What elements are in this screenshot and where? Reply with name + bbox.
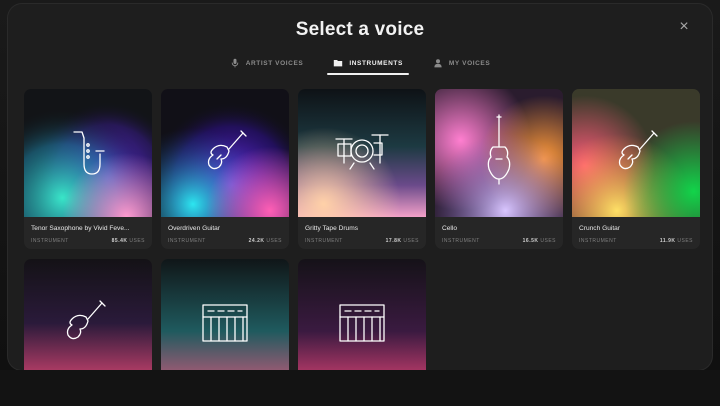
voice-name: Cello <box>442 225 458 232</box>
voice-category: INSTRUMENT <box>305 238 343 244</box>
uses-count: 85.4K <box>111 238 128 244</box>
tab-label: MY VOICES <box>448 59 491 67</box>
voice-uses: 17.8K USES <box>386 238 419 244</box>
card-artwork <box>24 89 152 217</box>
voice-name: Crunch Guitar <box>579 225 621 232</box>
uses-count: 17.8K <box>385 238 402 244</box>
select-voice-modal: Select a voice × ARTIST VOICES INSTRUMEN… <box>8 4 712 370</box>
uses-count: 11.9K <box>659 238 676 244</box>
voice-category: INSTRUMENT <box>31 238 69 244</box>
uses-suffix: USES <box>677 238 693 244</box>
tab-label: ARTIST VOICES <box>245 59 304 67</box>
uses-count: 24.2K <box>248 238 265 244</box>
voice-name: Overdriven Guitar <box>168 225 221 232</box>
voice-card-synth-2[interactable] <box>298 259 426 370</box>
voice-meta: INSTRUMENT 24.2K USES <box>168 238 282 244</box>
voice-card-synth[interactable] <box>161 259 289 370</box>
voice-grid: Tenor Saxophone by Vivid Feve... INSTRUM… <box>24 89 704 370</box>
voice-uses: 16.5K USES <box>523 238 556 244</box>
microphone-icon <box>231 58 238 68</box>
uses-count: 16.5K <box>522 238 539 244</box>
card-artwork <box>298 89 426 217</box>
card-artwork <box>161 89 289 217</box>
voice-tabs: ARTIST VOICES INSTRUMENTS MY VOICES <box>8 54 712 75</box>
card-artwork <box>24 259 152 370</box>
page-bottom <box>0 370 720 406</box>
voice-uses: 85.4K USES <box>112 238 145 244</box>
voice-card-overdriven-guitar[interactable]: Overdriven Guitar INSTRUMENT 24.2K USES <box>161 89 289 249</box>
voice-card-guitar[interactable] <box>24 259 152 370</box>
voice-category: INSTRUMENT <box>168 238 206 244</box>
tab-artist-voices[interactable]: ARTIST VOICES <box>224 54 310 75</box>
voice-name: Gritty Tape Drums <box>305 225 359 232</box>
uses-suffix: USES <box>266 238 282 244</box>
user-icon <box>434 59 442 68</box>
voice-category: INSTRUMENT <box>442 238 480 244</box>
uses-suffix: USES <box>540 238 556 244</box>
card-artwork <box>572 89 700 217</box>
card-artwork <box>435 89 563 217</box>
voice-uses: 11.9K USES <box>660 238 693 244</box>
voice-meta: INSTRUMENT 85.4K USES <box>31 238 145 244</box>
voice-meta: INSTRUMENT 17.8K USES <box>305 238 419 244</box>
voice-category: INSTRUMENT <box>579 238 617 244</box>
close-icon[interactable]: × <box>676 19 692 35</box>
voice-uses: 24.2K USES <box>249 238 282 244</box>
voice-card-tenor-saxophone[interactable]: Tenor Saxophone by Vivid Feve... INSTRUM… <box>24 89 152 249</box>
voice-meta: INSTRUMENT 16.5K USES <box>442 238 556 244</box>
card-artwork <box>298 259 426 370</box>
voice-meta: INSTRUMENT 11.9K USES <box>579 238 693 244</box>
uses-suffix: USES <box>129 238 145 244</box>
folder-icon <box>334 60 343 67</box>
tab-label: INSTRUMENTS <box>349 59 403 67</box>
uses-suffix: USES <box>403 238 419 244</box>
voice-name: Tenor Saxophone by Vivid Feve... <box>31 225 130 232</box>
voice-card-cello[interactable]: Cello INSTRUMENT 16.5K USES <box>435 89 563 249</box>
modal-title: Select a voice <box>295 19 425 40</box>
tab-instruments[interactable]: INSTRUMENTS <box>327 54 409 75</box>
tab-my-voices[interactable]: MY VOICES <box>427 54 496 75</box>
voice-card-gritty-tape-drums[interactable]: Gritty Tape Drums INSTRUMENT 17.8K USES <box>298 89 426 249</box>
card-artwork <box>161 259 289 370</box>
voice-card-crunch-guitar[interactable]: Crunch Guitar INSTRUMENT 11.9K USES <box>572 89 700 249</box>
